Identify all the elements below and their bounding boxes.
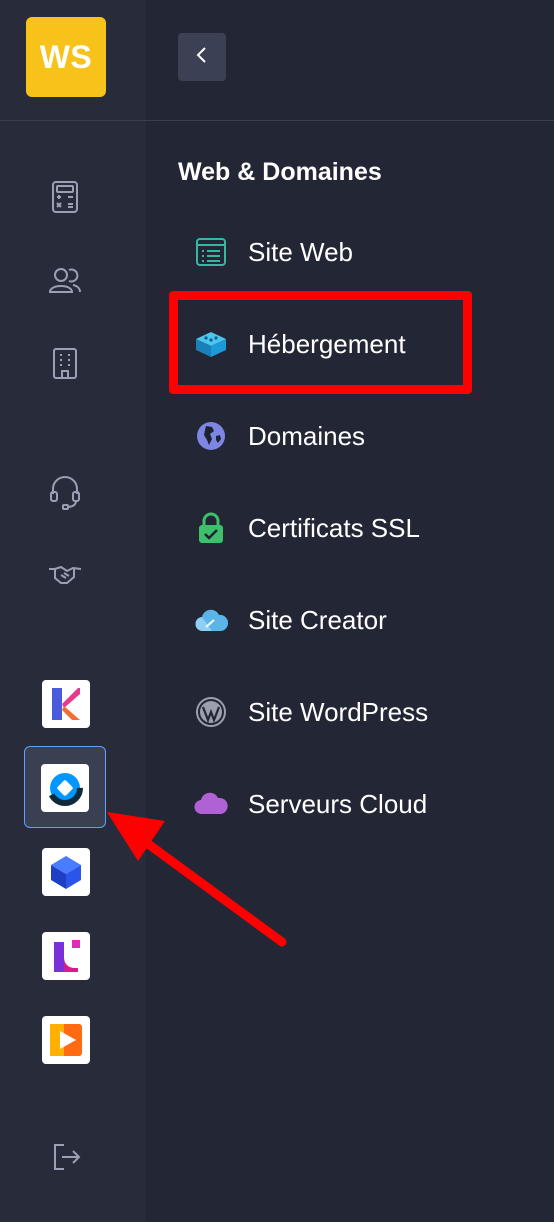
arrow-annotation [107,812,287,947]
